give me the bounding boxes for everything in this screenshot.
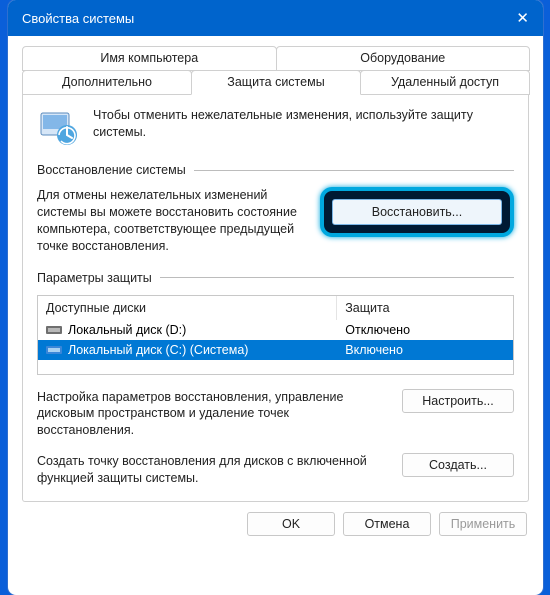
close-icon[interactable]: ✕ xyxy=(493,9,529,27)
restore-shield-icon xyxy=(37,107,81,147)
divider xyxy=(194,170,514,171)
apply-button[interactable]: Применить xyxy=(439,512,527,536)
drive-name: Локальный диск (D:) xyxy=(68,323,186,337)
params-header-label: Параметры защиты xyxy=(37,271,152,285)
restore-description: Для отмены нежелательных изменений систе… xyxy=(37,187,310,255)
tab-panel: Чтобы отменить нежелательные изменения, … xyxy=(22,95,529,502)
drives-table: Доступные диски Защита Локальный диск (D… xyxy=(37,295,514,375)
system-properties-window: Свойства системы ✕ Имя компьютера Оборуд… xyxy=(8,0,543,595)
configure-button[interactable]: Настроить... xyxy=(402,389,514,413)
drive-name: Локальный диск (C:) (Система) xyxy=(68,343,248,357)
drives-table-header: Доступные диски Защита xyxy=(38,296,513,320)
configure-description: Настройка параметров восстановления, упр… xyxy=(37,389,388,440)
create-description: Создать точку восстановления для дисков … xyxy=(37,453,388,487)
tab-advanced[interactable]: Дополнительно xyxy=(22,70,192,95)
titlebar[interactable]: Свойства системы ✕ xyxy=(8,0,543,36)
divider xyxy=(160,277,514,278)
drive-protection: Отключено xyxy=(337,321,513,339)
tab-remote[interactable]: Удаленный доступ xyxy=(360,70,530,95)
restore-button-highlight: Восстановить... xyxy=(320,187,514,237)
dialog-footer: OK Отмена Применить xyxy=(8,502,543,550)
window-title: Свойства системы xyxy=(22,11,134,26)
tab-strip: Имя компьютера Оборудование Дополнительн… xyxy=(22,46,529,502)
column-drives[interactable]: Доступные диски xyxy=(38,296,337,320)
intro-text: Чтобы отменить нежелательные изменения, … xyxy=(93,107,514,147)
restore-button[interactable]: Восстановить... xyxy=(332,199,502,225)
table-row[interactable]: Локальный диск (D:) Отключено xyxy=(38,320,513,340)
intro-row: Чтобы отменить нежелательные изменения, … xyxy=(37,107,514,147)
restore-section-header: Восстановление системы xyxy=(37,163,514,177)
table-row[interactable]: Локальный диск (C:) (Система) Включено xyxy=(38,340,513,360)
create-button[interactable]: Создать... xyxy=(402,453,514,477)
column-protection[interactable]: Защита xyxy=(337,296,513,320)
cancel-button[interactable]: Отмена xyxy=(343,512,431,536)
tab-system-protection[interactable]: Защита системы xyxy=(191,70,361,95)
params-section-header: Параметры защиты xyxy=(37,271,514,285)
tab-hardware[interactable]: Оборудование xyxy=(276,46,531,71)
tab-computer-name[interactable]: Имя компьютера xyxy=(22,46,277,71)
ok-button[interactable]: OK xyxy=(247,512,335,536)
drive-icon xyxy=(46,344,62,356)
drive-protection: Включено xyxy=(337,341,513,359)
restore-header-label: Восстановление системы xyxy=(37,163,186,177)
drive-icon xyxy=(46,324,62,336)
